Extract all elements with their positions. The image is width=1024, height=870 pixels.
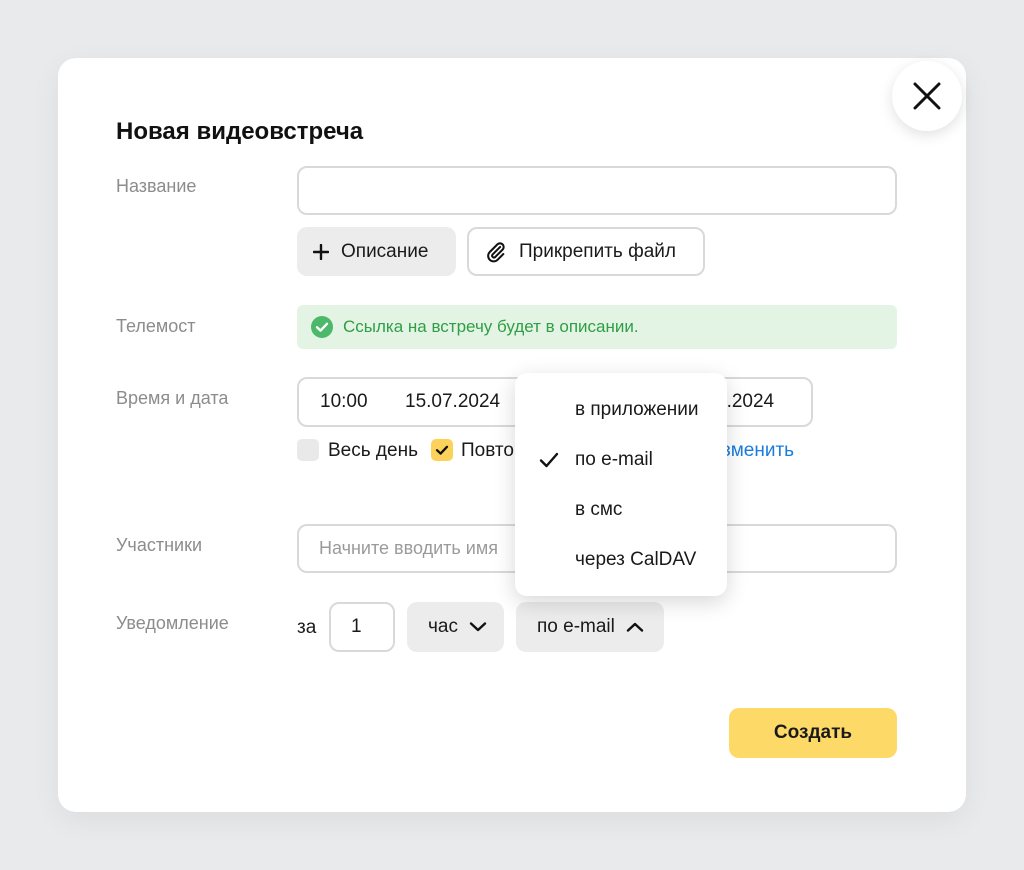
check-circle-icon — [311, 316, 333, 338]
paperclip-icon — [487, 241, 505, 262]
add-description-button[interactable]: Описание — [297, 227, 456, 276]
notification-amount-value: 1 — [351, 616, 362, 637]
all-day-checkbox[interactable] — [297, 439, 319, 461]
dropdown-option-caldav[interactable]: через CalDAV — [515, 537, 727, 583]
participants-label: Участники — [116, 535, 202, 555]
dropdown-option-label: в смс — [575, 499, 623, 520]
start-date-value: 15.07.2024 — [405, 391, 501, 412]
dropdown-option-sms[interactable]: в смс — [515, 487, 727, 533]
notification-label: Уведомление — [116, 613, 229, 633]
notification-unit-select[interactable]: час — [407, 602, 504, 652]
name-input[interactable] — [297, 166, 897, 215]
attach-file-label: Прикрепить файл — [519, 240, 676, 262]
telemost-notice-text: Ссылка на встречу будет в описании. — [343, 317, 639, 336]
repeat-label: Повто — [461, 440, 514, 461]
notification-unit-value: час — [428, 616, 458, 637]
start-time-value: 10:00 — [320, 391, 368, 412]
checkmark-icon — [539, 452, 559, 468]
name-label: Название — [116, 176, 197, 196]
dialog-title: Новая видеовстреча — [116, 118, 364, 145]
notification-method-dropdown: в приложении по e-mail в смс через CalDA… — [515, 373, 727, 596]
add-description-label: Описание — [341, 240, 429, 262]
checkbox-check-icon — [435, 445, 449, 455]
start-time-input[interactable]: 10:00 — [297, 377, 394, 427]
change-repeat-link[interactable]: зменить — [722, 440, 794, 462]
all-day-label: Весь день — [328, 440, 418, 461]
repeat-checkbox[interactable] — [431, 439, 453, 461]
telemost-label: Телемост — [116, 316, 196, 336]
chevron-down-icon — [469, 622, 487, 632]
notification-amount-input[interactable]: 1 — [329, 602, 395, 652]
plus-icon — [313, 243, 329, 260]
notification-method-select[interactable]: по e-mail — [516, 602, 664, 652]
attach-file-button[interactable]: Прикрепить файл — [467, 227, 705, 276]
notification-method-value: по e-mail — [537, 616, 615, 637]
chevron-up-icon — [626, 622, 644, 632]
close-icon — [913, 82, 941, 110]
dropdown-option-label: по e-mail — [575, 449, 653, 470]
datetime-label: Время и дата — [116, 388, 229, 408]
close-button[interactable] — [892, 61, 962, 131]
create-button[interactable]: Создать — [729, 708, 897, 758]
dropdown-option-label: через CalDAV — [575, 549, 697, 570]
telemost-notice: Ссылка на встречу будет в описании. — [297, 305, 897, 349]
dropdown-option-email[interactable]: по e-mail — [515, 437, 727, 483]
dropdown-option-app[interactable]: в приложении — [515, 387, 727, 433]
dropdown-option-label: в приложении — [575, 399, 699, 420]
notification-prefix: за — [297, 617, 317, 638]
create-button-label: Создать — [773, 722, 853, 743]
